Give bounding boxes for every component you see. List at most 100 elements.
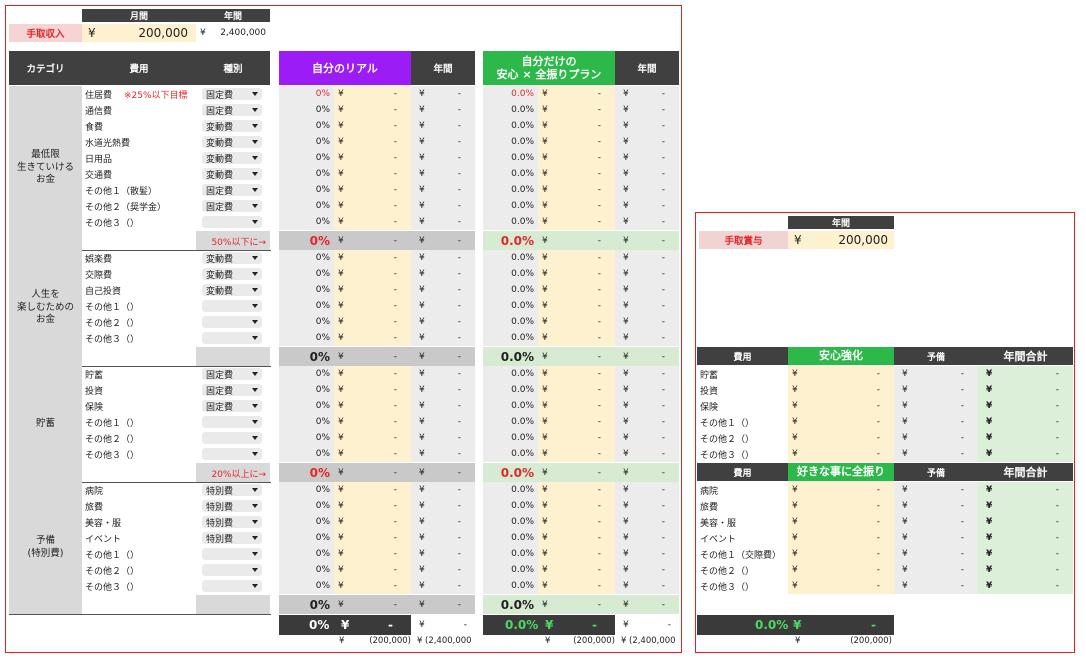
real-amount-input[interactable]: ¥ - bbox=[334, 182, 411, 198]
real-amount-input[interactable]: ¥ - bbox=[334, 314, 411, 330]
real-amount-input[interactable]: ¥ - bbox=[334, 86, 411, 102]
real-amount-input[interactable]: ¥ - bbox=[334, 482, 411, 498]
type-select[interactable] bbox=[202, 432, 262, 444]
bonus-plan-input[interactable]: ¥ - bbox=[788, 578, 894, 594]
plan-amount-input[interactable]: ¥ - bbox=[538, 102, 615, 118]
bonus-plan-input[interactable]: ¥ - bbox=[788, 430, 894, 446]
real-amount-input[interactable]: ¥ - bbox=[334, 166, 411, 182]
type-select[interactable]: 固定費 bbox=[202, 368, 262, 381]
real-amount-input[interactable]: ¥ - bbox=[334, 430, 411, 446]
plan-amount-input[interactable]: ¥ - bbox=[538, 118, 615, 134]
bonus-plan-input[interactable]: ¥ - bbox=[788, 382, 894, 398]
real-amount-input[interactable]: ¥ - bbox=[334, 198, 411, 214]
real-amount-input[interactable]: ¥ - bbox=[334, 382, 411, 398]
amount-dash: - bbox=[661, 317, 665, 327]
type-select[interactable]: 特別費 bbox=[202, 532, 262, 545]
real-amount-input[interactable]: ¥ - bbox=[334, 266, 411, 282]
real-amount-input[interactable]: ¥ - bbox=[334, 414, 411, 430]
plan-amount-input[interactable]: ¥ - bbox=[538, 382, 615, 398]
type-select[interactable]: 固定費 bbox=[202, 88, 262, 101]
plan-amount-input[interactable]: ¥ - bbox=[538, 578, 615, 594]
type-select[interactable]: 変動費 bbox=[202, 168, 262, 181]
real-amount-input[interactable]: ¥ - bbox=[334, 134, 411, 150]
plan-amount-input[interactable]: ¥ - bbox=[538, 282, 615, 298]
plan-amount-input[interactable]: ¥ - bbox=[538, 366, 615, 382]
type-select[interactable] bbox=[202, 564, 262, 576]
type-select[interactable] bbox=[202, 216, 262, 228]
real-amount-input[interactable]: ¥ - bbox=[334, 562, 411, 578]
real-amount-input[interactable]: ¥ - bbox=[334, 530, 411, 546]
type-select[interactable]: 固定費 bbox=[202, 400, 262, 413]
bonus-value-cell[interactable]: ¥ 200,000 bbox=[788, 231, 894, 249]
plan-amount-input[interactable]: ¥ - bbox=[538, 86, 615, 102]
real-amount-input[interactable]: ¥ - bbox=[334, 150, 411, 166]
plan-amount-input[interactable]: ¥ - bbox=[538, 398, 615, 414]
real-amount-input[interactable]: ¥ - bbox=[334, 446, 411, 462]
plan-amount-input[interactable]: ¥ - bbox=[538, 266, 615, 282]
type-select[interactable]: 変動費 bbox=[202, 120, 262, 133]
real-amount-input[interactable]: ¥ - bbox=[334, 282, 411, 298]
type-select[interactable] bbox=[202, 548, 262, 560]
type-select[interactable]: 変動費 bbox=[202, 252, 262, 265]
plan-amount-input[interactable]: ¥ - bbox=[538, 546, 615, 562]
bonus-plan-input[interactable]: ¥ - bbox=[788, 514, 894, 530]
real-amount-input[interactable]: ¥ - bbox=[334, 398, 411, 414]
real-amount-input[interactable]: ¥ - bbox=[334, 214, 411, 230]
bonus-plan-input[interactable]: ¥ - bbox=[788, 530, 894, 546]
type-select[interactable]: 固定費 bbox=[202, 384, 262, 397]
plan-amount-input[interactable]: ¥ - bbox=[538, 150, 615, 166]
bonus-plan-input[interactable]: ¥ - bbox=[788, 414, 894, 430]
plan-amount-input[interactable]: ¥ - bbox=[538, 134, 615, 150]
bonus-plan-input[interactable]: ¥ - bbox=[788, 482, 894, 498]
type-select[interactable]: 固定費 bbox=[202, 104, 262, 117]
plan-amount-input[interactable]: ¥ - bbox=[538, 414, 615, 430]
type-select[interactable] bbox=[202, 300, 262, 312]
plan-amount-input[interactable]: ¥ - bbox=[538, 482, 615, 498]
type-select[interactable] bbox=[202, 332, 262, 344]
type-select[interactable]: 変動費 bbox=[202, 152, 262, 165]
type-select[interactable]: 変動費 bbox=[202, 284, 262, 297]
plan-amount-input[interactable]: ¥ - bbox=[538, 214, 615, 230]
type-select[interactable] bbox=[202, 316, 262, 328]
plan-amount-input[interactable]: ¥ - bbox=[538, 446, 615, 462]
real-amount-input[interactable]: ¥ - bbox=[334, 102, 411, 118]
real-amount-input[interactable]: ¥ - bbox=[334, 498, 411, 514]
real-amount-input[interactable]: ¥ - bbox=[334, 366, 411, 382]
plan-amount-input[interactable]: ¥ - bbox=[538, 250, 615, 266]
type-select[interactable]: 特別費 bbox=[202, 500, 262, 513]
real-amount-input[interactable]: ¥ - bbox=[334, 546, 411, 562]
plan-amount-input[interactable]: ¥ - bbox=[538, 330, 615, 346]
real-amount-input[interactable]: ¥ - bbox=[334, 250, 411, 266]
type-select[interactable]: 特別費 bbox=[202, 484, 262, 497]
plan-amount-input[interactable]: ¥ - bbox=[538, 198, 615, 214]
plan-amount-input[interactable]: ¥ - bbox=[538, 562, 615, 578]
bonus-plan-input[interactable]: ¥ - bbox=[788, 546, 894, 562]
real-amount-input[interactable]: ¥ - bbox=[334, 298, 411, 314]
type-select[interactable] bbox=[202, 416, 262, 428]
type-select[interactable] bbox=[202, 580, 262, 592]
real-amount-input[interactable]: ¥ - bbox=[334, 578, 411, 594]
bonus-plan-input[interactable]: ¥ - bbox=[788, 498, 894, 514]
bonus-plan-input[interactable]: ¥ - bbox=[788, 446, 894, 462]
plan-amount-input[interactable]: ¥ - bbox=[538, 430, 615, 446]
plan-amount-input[interactable]: ¥ - bbox=[538, 182, 615, 198]
type-select[interactable]: 固定費 bbox=[202, 184, 262, 197]
real-amount-input[interactable]: ¥ - bbox=[334, 514, 411, 530]
bonus-plan-input[interactable]: ¥ - bbox=[788, 398, 894, 414]
plan-amount-input[interactable]: ¥ - bbox=[538, 298, 615, 314]
real-amount-input[interactable]: ¥ - bbox=[334, 118, 411, 134]
type-select[interactable]: 変動費 bbox=[202, 136, 262, 149]
bonus-plan-input[interactable]: ¥ - bbox=[788, 366, 894, 382]
plan-amount-input[interactable]: ¥ - bbox=[538, 514, 615, 530]
plan-amount-input[interactable]: ¥ - bbox=[538, 314, 615, 330]
type-select[interactable] bbox=[202, 448, 262, 460]
type-select[interactable]: 固定費 bbox=[202, 200, 262, 213]
plan-amount-input[interactable]: ¥ - bbox=[538, 166, 615, 182]
plan-amount-input[interactable]: ¥ - bbox=[538, 530, 615, 546]
type-select[interactable]: 変動費 bbox=[202, 268, 262, 281]
plan-amount-input[interactable]: ¥ - bbox=[538, 498, 615, 514]
real-amount-input[interactable]: ¥ - bbox=[334, 330, 411, 346]
type-select[interactable]: 特別費 bbox=[202, 516, 262, 529]
bonus-plan-input[interactable]: ¥ - bbox=[788, 562, 894, 578]
income-monthly-cell[interactable]: ¥ 200,000 bbox=[82, 24, 196, 42]
